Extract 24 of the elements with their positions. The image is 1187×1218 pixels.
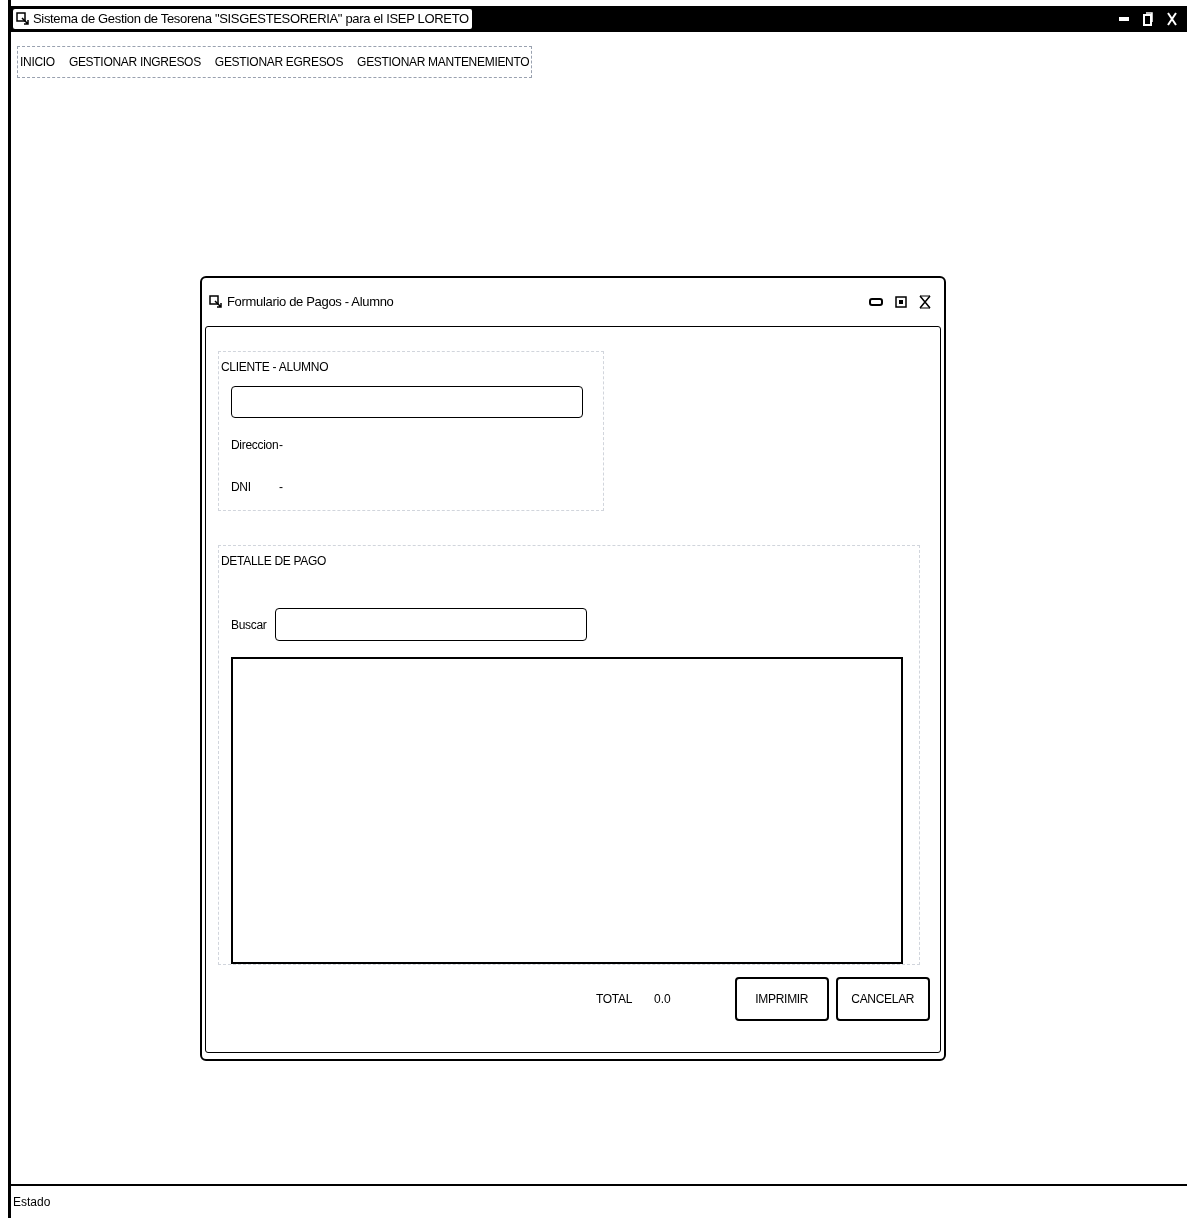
menu-item[interactable]: GESTIONAR MANTENEMIENTO	[357, 53, 530, 71]
field-label: Direccion	[231, 437, 279, 454]
app-icon	[209, 295, 223, 309]
restore-icon[interactable]	[1143, 12, 1153, 26]
status-text: Estado	[13, 1194, 51, 1211]
cancel-button[interactable]: CANCELAR	[835, 977, 930, 1021]
field-label: Buscar	[231, 616, 267, 634]
search-field[interactable]	[274, 608, 587, 641]
window-title: Sistema de Gestion de Tesorena "SISGESTESORERIA" para el ISEP LORETO	[13, 9, 472, 29]
print-button[interactable]: IMPRIMIR	[734, 977, 829, 1021]
menu-item[interactable]: INICIO	[20, 53, 55, 71]
cliente-field[interactable]	[231, 386, 583, 418]
dialog-title: Formulario de Pagos - Alumno	[227, 293, 394, 312]
menu-item[interactable]: GESTIONAR EGRESOS	[214, 53, 344, 71]
field-value: -	[279, 437, 283, 454]
minimize-icon[interactable]	[869, 297, 883, 307]
total-value: 0.0	[654, 991, 671, 1008]
menu-item[interactable]: GESTIONAR INGRESOS	[68, 53, 201, 71]
restore-icon[interactable]	[895, 296, 907, 308]
field-label: DNI	[231, 479, 252, 496]
field-value: -	[279, 479, 283, 496]
app-icon	[16, 12, 30, 26]
minimize-icon[interactable]	[1119, 16, 1129, 22]
total-label: TOTAL	[596, 991, 633, 1008]
